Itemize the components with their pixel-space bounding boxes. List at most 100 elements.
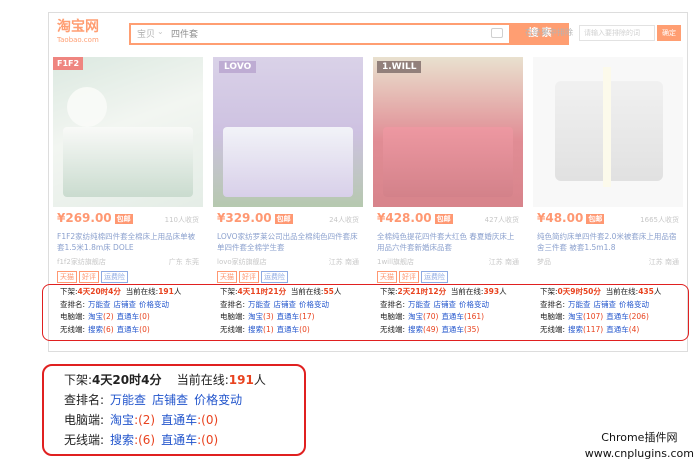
rank-wanneng-link[interactable]: 万能查 (408, 300, 431, 309)
shop-name[interactable]: 1will旗舰店 (377, 257, 414, 267)
sold-count: 24人收货 (329, 216, 359, 224)
search-scope[interactable]: 宝贝 (137, 27, 155, 40)
confirm-button[interactable]: 确定 (657, 25, 681, 41)
site-watermark: Chrome插件网 www.cnplugins.com (585, 430, 694, 462)
location: 江苏 南通 (488, 258, 519, 266)
pc-taobao-link[interactable]: 淘宝 (568, 312, 583, 321)
price-change-link[interactable]: 价格变动 (139, 300, 169, 309)
insurance-badge: 运费险 (421, 271, 448, 283)
insurance-badge: 运费险 (101, 271, 128, 283)
search-box[interactable]: 宝贝 ⌄ 四件套 (129, 23, 511, 45)
rating-badge: 好评 (79, 271, 99, 283)
price-change-link[interactable]: 价格变动 (299, 300, 329, 309)
pc-ztc-link[interactable]: 直通车 (441, 312, 464, 321)
mobile-ztc-link[interactable]: 直通车 (441, 325, 464, 334)
exclude-label: 在结果中排除 (525, 28, 573, 37)
camera-icon[interactable] (491, 28, 503, 38)
exclude-input[interactable]: 请输入要排除的词 (579, 25, 655, 41)
watermark-url: www.cnplugins.com (584, 447, 694, 460)
zoom-pc-row: 电脑端: 淘宝:(2) 直通车:(0) (64, 413, 219, 427)
pc-taobao-link[interactable]: 淘宝 (110, 413, 134, 427)
chevron-down-icon: ⌄ (157, 27, 164, 36)
shop-name[interactable]: lovo家纺旗舰店 (217, 257, 267, 267)
product-card[interactable]: F1F2 ¥269.00 包邮 110人收货 F1F2家纺纯棉四件套全棉床上用品床… (53, 57, 203, 289)
rank-wanneng-link[interactable]: 万能查 (110, 393, 146, 407)
mobile-ztc-link[interactable]: 直通车 (117, 325, 140, 334)
zoom-offline-row: 下架:4天20时4分 当前在线:191人 (64, 373, 266, 387)
product-card[interactable]: LOVO ¥329.00 包邮 24人收货 LOVO家纺罗莱公司出品全棉纯色四件套… (213, 57, 363, 289)
pc-ztc-link[interactable]: 直通车 (117, 312, 140, 321)
bed-image (223, 127, 353, 197)
shop-name[interactable]: 梦品 (537, 257, 551, 267)
tmall-badge: 天猫 (57, 271, 77, 283)
product-title[interactable]: 全棉纯色提花四件套大红色 春夏婚庆床上用品六件套新婚床品套 (377, 231, 519, 253)
mobile-ztc-link[interactable]: 直通车 (606, 325, 629, 334)
brand-tag: F1F2 (53, 57, 84, 70)
product-image[interactable]: LOVO (213, 57, 363, 207)
price-change-link[interactable]: 价格变动 (619, 300, 649, 309)
location: 江苏 南通 (648, 258, 679, 266)
zoom-rank-row: 查排名: 万能查 店铺查 价格变动 (64, 393, 243, 407)
shop-name[interactable]: f1f2家纺旗舰店 (57, 257, 106, 267)
product-image[interactable] (533, 57, 683, 207)
extension-info-3: 下架:2天21时12分 当前在线:393人 查排名: 万能查 店铺查 价格变动 电脑端… (380, 287, 507, 334)
mobile-search-link[interactable]: 搜索 (408, 325, 423, 334)
pc-ztc-link[interactable]: 直通车 (277, 312, 300, 321)
mobile-ztc-link[interactable]: 直通车 (277, 325, 300, 334)
logo-cn: 淘宝网 (57, 19, 99, 35)
rank-shop-link[interactable]: 店铺查 (152, 393, 188, 407)
mobile-search-link[interactable]: 搜索 (88, 325, 103, 334)
extension-info-4: 下架:0天9时50分 当前在线:435人 查排名: 万能查 店铺查 价格变动 电脑端:… (540, 287, 662, 334)
sold-count: 110人收货 (164, 216, 199, 224)
pc-taobao-link[interactable]: 淘宝 (88, 312, 103, 321)
price-change-link[interactable]: 价格变动 (459, 300, 489, 309)
mobile-search-link[interactable]: 搜索 (110, 433, 134, 447)
tmall-badge: 天猫 (377, 271, 397, 283)
tmall-badge: 天猫 (217, 271, 237, 283)
logo-en: Taobao.com (57, 36, 99, 44)
product-title[interactable]: F1F2家纺纯棉四件套全棉床上用品床单被套1.5米1.8m床 DOLE (57, 231, 199, 253)
taobao-logo[interactable]: 淘宝网 Taobao.com (57, 19, 117, 49)
product-title[interactable]: 纯色简约床单四件套2.0米被套床上用品宿舍三件套 被套1.5m1.8 (537, 231, 679, 253)
pc-ztc-link[interactable]: 直通车 (606, 312, 629, 321)
ribbon-shape (603, 67, 611, 187)
rank-shop-link[interactable]: 店铺查 (434, 300, 457, 309)
rank-wanneng-link[interactable]: 万能查 (568, 300, 591, 309)
product-card[interactable]: ¥48.00 包邮 1665人收货 纯色简约床单四件套2.0米被套床上用品宿舍三件… (533, 57, 683, 289)
pc-taobao-link[interactable]: 淘宝 (408, 312, 423, 321)
mobile-search-link[interactable]: 搜索 (568, 325, 583, 334)
product-title[interactable]: LOVO家纺罗莱公司出品全棉纯色四件套床单四件套全棉学生套 (217, 231, 359, 253)
pc-ztc-link[interactable]: 直通车 (161, 413, 197, 427)
badge-row: 天猫 好评 运费险 (57, 271, 130, 283)
rank-shop-link[interactable]: 店铺查 (594, 300, 617, 309)
brand-tag: LOVO (219, 61, 257, 73)
watermark-title: Chrome插件网 (601, 431, 678, 444)
badge-row: 天猫 好评 运费险 (217, 271, 290, 283)
price-change-link[interactable]: 价格变动 (194, 393, 242, 407)
pc-taobao-link[interactable]: 淘宝 (248, 312, 263, 321)
bed-image (63, 127, 193, 197)
location: 广东 东莞 (168, 258, 199, 266)
extension-info-1: 下架:4天20时4分 当前在线:191人 查排名: 万能查 店铺查 价格变动 电脑端:… (60, 287, 182, 334)
rating-badge: 好评 (239, 271, 259, 283)
pillow-shape (67, 87, 107, 127)
brand-tag: 1.WILL (377, 61, 422, 73)
rank-wanneng-link[interactable]: 万能查 (248, 300, 271, 309)
location: 江苏 南通 (328, 258, 359, 266)
mobile-ztc-link[interactable]: 直通车 (161, 433, 197, 447)
extension-info-2: 下架:4天11时21分 当前在线:55人 查排名: 万能查 店铺查 价格变动 电脑端:… (220, 287, 342, 334)
product-image[interactable]: 1.WILL (373, 57, 523, 207)
search-input[interactable]: 四件套 (171, 27, 198, 40)
rank-wanneng-link[interactable]: 万能查 (88, 300, 111, 309)
product-card[interactable]: 1.WILL ¥428.00 包邮 427人收货 全棉纯色提花四件套大红色 春夏婚… (373, 57, 523, 289)
zoom-mobile-row: 无线端: 搜索:(6) 直通车:(0) (64, 433, 219, 447)
product-price: ¥269.00 包邮 (57, 211, 133, 225)
mobile-search-link[interactable]: 搜索 (248, 325, 263, 334)
bed-image (383, 127, 513, 197)
product-price: ¥48.00 包邮 (537, 211, 605, 225)
sold-count: 1665人收货 (640, 216, 679, 224)
product-image[interactable]: F1F2 (53, 57, 203, 207)
insurance-badge: 运费险 (261, 271, 288, 283)
rank-shop-link[interactable]: 店铺查 (274, 300, 297, 309)
rank-shop-link[interactable]: 店铺查 (114, 300, 137, 309)
